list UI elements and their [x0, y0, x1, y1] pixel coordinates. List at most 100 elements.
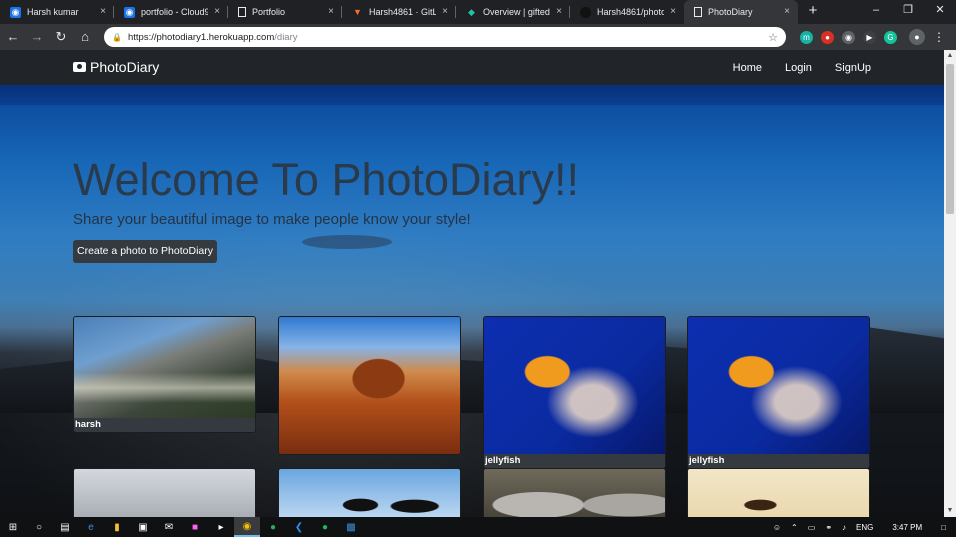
wifi-icon[interactable]: ⚭	[825, 523, 832, 532]
url-path: /diary	[274, 31, 298, 43]
clock[interactable]: 3:47 PM	[892, 523, 922, 532]
close-window-icon[interactable]: ✕	[924, 0, 956, 22]
close-icon[interactable]: ×	[782, 7, 792, 17]
photo-card[interactable]: jellyfish	[483, 316, 666, 469]
site-brand[interactable]: PhotoDiary	[73, 59, 159, 75]
spotify-icon[interactable]: ●	[312, 517, 338, 537]
close-icon[interactable]: ×	[440, 7, 450, 17]
grammarly-icon[interactable]: G	[884, 30, 897, 44]
volume-icon[interactable]: ♪	[842, 523, 846, 532]
tab-title: PhotoDiary	[708, 7, 753, 17]
extension-icon[interactable]: ●	[821, 30, 834, 44]
photo-card[interactable]	[483, 468, 666, 517]
terminal-icon[interactable]: ▸	[208, 517, 234, 537]
address-bar[interactable]: 🔒 https://photodiary1.herokuapp.com/diar…	[104, 27, 786, 47]
home-icon[interactable]: ⌂	[74, 26, 96, 48]
browser-tab-strip: ◉ Harsh kumar × ◉ portfolio - Cloud9 × P…	[0, 0, 956, 24]
kebab-menu-icon[interactable]: ⋮	[933, 27, 945, 47]
gitlab-icon: ▼	[353, 6, 362, 17]
restore-icon[interactable]: ❐	[892, 0, 924, 22]
browser-toolbar: ← → ↻ ⌂ 🔒 https://photodiary1.herokuapp.…	[0, 24, 956, 50]
profile-icon[interactable]: ●	[909, 29, 925, 45]
hero-top-band	[0, 85, 944, 105]
store-icon[interactable]: ▣	[130, 517, 156, 537]
photo-card[interactable]	[278, 316, 461, 455]
photo-caption: harsh	[75, 419, 101, 430]
extension-icon[interactable]: ▶	[863, 30, 876, 44]
photo-image[interactable]	[74, 469, 255, 517]
close-icon[interactable]: ×	[212, 7, 222, 17]
photodiary-icon: ◉	[124, 6, 135, 18]
photo-card[interactable]	[278, 468, 461, 517]
scroll-up-icon[interactable]: ▲	[944, 50, 956, 62]
scrollbar-thumb[interactable]	[946, 64, 954, 214]
minimize-icon[interactable]: –	[860, 0, 892, 22]
photo-card[interactable]	[687, 468, 870, 517]
browser-tab[interactable]: ◆ Overview | gifted- ×	[456, 0, 570, 24]
close-icon[interactable]: ×	[326, 7, 336, 17]
vscode-icon[interactable]: ❮	[286, 517, 312, 537]
photo-image[interactable]	[484, 469, 665, 517]
photo-image[interactable]	[688, 469, 869, 517]
github-icon	[580, 6, 591, 18]
people-icon[interactable]: ☺	[773, 523, 781, 532]
scroll-down-icon[interactable]: ▼	[944, 505, 956, 517]
nav-home-link[interactable]: Home	[733, 62, 762, 74]
photo-card[interactable]: harsh	[73, 316, 256, 433]
page-scrollbar[interactable]: ▲ ▼	[944, 50, 956, 517]
photo-image[interactable]	[279, 469, 460, 517]
close-icon[interactable]: ×	[554, 7, 564, 17]
browser-tab[interactable]: Portfolio ×	[228, 0, 342, 24]
bookmark-star-icon[interactable]: ☆	[768, 31, 778, 44]
mail-icon[interactable]: ✉	[156, 517, 182, 537]
close-icon[interactable]: ×	[668, 7, 678, 17]
nav-signup-link[interactable]: SignUp	[835, 62, 871, 74]
browser-tab[interactable]: ◉ Harsh kumar ×	[0, 0, 114, 24]
photo-image[interactable]	[279, 317, 460, 454]
hero-title: Welcome To PhotoDiary!!	[73, 154, 580, 205]
photo-image[interactable]	[484, 317, 665, 454]
browser-tab[interactable]: ▼ Harsh4861 · GitLab ×	[342, 0, 456, 24]
document-icon	[694, 7, 702, 17]
hero-lead: Share your beautiful image to make peopl…	[73, 211, 471, 228]
hero-cloud	[302, 235, 392, 249]
windows-start-icon[interactable]: ⊞	[0, 517, 26, 537]
tab-title: Harsh4861 · GitLab	[369, 7, 436, 17]
app-icon[interactable]: ●	[260, 517, 286, 537]
extensions: m ● ◉ ▶ G	[796, 30, 901, 44]
chevron-up-icon[interactable]: ⌃	[791, 523, 798, 532]
photo-image[interactable]	[688, 317, 869, 454]
photo-card[interactable]	[73, 468, 256, 517]
notifications-icon[interactable]: □	[941, 523, 946, 532]
brand-label: PhotoDiary	[90, 59, 160, 75]
xd-icon[interactable]: ■	[182, 517, 208, 537]
photo-image[interactable]	[74, 317, 255, 418]
remote-desktop-icon[interactable]: ▩	[338, 517, 364, 537]
tab-title: Harsh kumar	[27, 7, 79, 17]
lock-icon[interactable]: 🔒	[112, 33, 122, 42]
reload-icon[interactable]: ↻	[50, 26, 72, 48]
browser-tab-active[interactable]: PhotoDiary ×	[684, 0, 798, 24]
language-indicator[interactable]: ENG	[856, 523, 873, 532]
search-icon[interactable]: ○	[26, 517, 52, 537]
document-icon	[238, 7, 246, 17]
close-icon[interactable]: ×	[98, 7, 108, 17]
camera-extension-icon[interactable]: ◉	[842, 30, 855, 44]
battery-icon[interactable]: ▭	[808, 523, 816, 532]
tab-title: Harsh4861/photo	[597, 7, 664, 17]
chrome-icon[interactable]: ◉	[234, 517, 260, 537]
browser-tab[interactable]: ◉ portfolio - Cloud9 ×	[114, 0, 228, 24]
nav-login-link[interactable]: Login	[785, 62, 812, 74]
task-view-icon[interactable]: ▤	[52, 517, 78, 537]
create-photo-button[interactable]: Create a photo to PhotoDiary	[73, 240, 217, 263]
file-explorer-icon[interactable]: ▮	[104, 517, 130, 537]
browser-tab[interactable]: Harsh4861/photo ×	[570, 0, 684, 24]
new-tab-icon[interactable]: +	[802, 0, 824, 24]
back-icon[interactable]: ←	[2, 26, 24, 48]
extension-icon[interactable]: m	[800, 30, 813, 44]
photodiary-icon: ◉	[10, 6, 21, 18]
edge-icon[interactable]: e	[78, 517, 104, 537]
forward-icon[interactable]: →	[26, 26, 48, 48]
photo-caption: jellyfish	[689, 455, 725, 466]
photo-card[interactable]: jellyfish	[687, 316, 870, 469]
